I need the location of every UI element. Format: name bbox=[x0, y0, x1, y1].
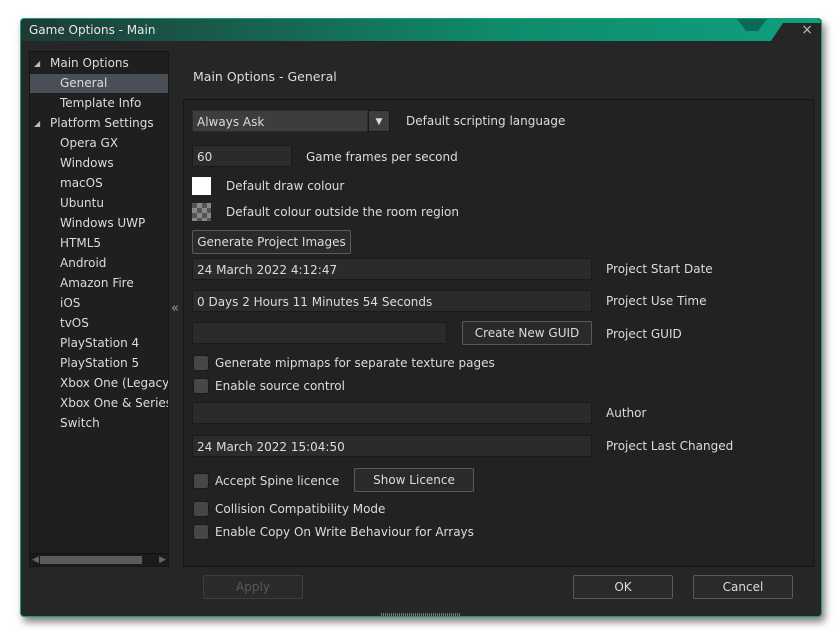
author-label: Author bbox=[606, 406, 647, 420]
sidebar-item-label: Main Options bbox=[50, 56, 129, 70]
sidebar-item[interactable]: tvOS bbox=[30, 314, 168, 333]
options-tree: Switch Xbox One & Series X|S Xbox One (Leg… bbox=[29, 51, 169, 567]
sidebar-item[interactable]: ◢ Platform Settings bbox=[30, 114, 168, 133]
last-changed-label: Project Last Changed bbox=[606, 439, 734, 453]
spine-licence-label: Accept Spine licence bbox=[215, 474, 340, 488]
sidebar-item-label: Xbox One & Series X|S bbox=[60, 396, 168, 410]
sidebar-item[interactable]: Amazon Fire bbox=[30, 274, 168, 293]
sidebar-item-label: Ubuntu bbox=[60, 196, 104, 210]
sidebar-item-label: tvOS bbox=[60, 316, 89, 330]
outside-colour-swatch[interactable] bbox=[192, 203, 211, 221]
sidebar-item[interactable]: General bbox=[30, 74, 168, 93]
title-bar: Game Options - Main × bbox=[21, 19, 821, 41]
scroll-right-icon[interactable]: ▶ bbox=[159, 554, 166, 566]
title-tab bbox=[771, 23, 821, 41]
sidebar-item[interactable]: Android bbox=[30, 254, 168, 273]
sidebar-item[interactable]: HTML5 bbox=[30, 234, 168, 253]
sidebar-item-label: Platform Settings bbox=[50, 116, 154, 130]
sidebar-item[interactable]: ◢ Main Options bbox=[30, 54, 168, 73]
title-notch bbox=[737, 19, 767, 31]
collision-compat-checkbox[interactable] bbox=[193, 501, 209, 517]
last-changed-value: 24 March 2022 15:04:50 bbox=[197, 440, 345, 454]
show-licence-button[interactable]: Show Licence bbox=[354, 468, 474, 492]
fps-value: 60 bbox=[197, 150, 213, 164]
sidebar-item[interactable]: Windows bbox=[30, 154, 168, 173]
sidebar-item-label: iOS bbox=[60, 296, 81, 310]
sidebar-item-label: Windows bbox=[60, 156, 114, 170]
sidebar-item-label: Template Info bbox=[60, 96, 142, 110]
create-new-guid-button[interactable]: Create New GUID bbox=[462, 321, 592, 345]
sidebar-item[interactable]: Ubuntu bbox=[30, 194, 168, 213]
outside-colour-label: Default colour outside the room region bbox=[226, 205, 459, 219]
sidebar-item-label: Xbox One (Legacy/XDK) bbox=[60, 376, 168, 390]
window-title: Game Options - Main bbox=[29, 23, 156, 37]
mipmaps-label: Generate mipmaps for separate texture pa… bbox=[215, 356, 495, 370]
resize-grip[interactable] bbox=[381, 613, 461, 616]
collision-compat-label: Collision Compatibility Mode bbox=[215, 502, 386, 516]
spine-licence-checkbox[interactable] bbox=[193, 473, 209, 489]
scripting-language-value: Always Ask bbox=[197, 115, 265, 129]
expand-triangle-icon[interactable]: ◢ bbox=[34, 114, 40, 133]
apply-button[interactable]: Apply bbox=[203, 575, 303, 599]
sidebar-item-label: PlayStation 5 bbox=[60, 356, 140, 370]
sidebar-item[interactable]: iOS bbox=[30, 294, 168, 313]
draw-colour-swatch[interactable] bbox=[192, 177, 211, 195]
sidebar-item[interactable]: Windows UWP bbox=[30, 214, 168, 233]
sidebar-item-label: Opera GX bbox=[60, 136, 119, 150]
draw-colour-label: Default draw colour bbox=[226, 179, 345, 193]
source-control-checkbox[interactable] bbox=[193, 378, 209, 394]
scroll-left-icon[interactable]: ◀ bbox=[32, 554, 39, 566]
start-date-label: Project Start Date bbox=[606, 262, 713, 276]
general-options-panel: Always Ask ▼ Default scripting language … bbox=[183, 99, 814, 567]
sidebar-item-label: Switch bbox=[60, 416, 100, 430]
generate-project-images-button[interactable]: Generate Project Images bbox=[192, 230, 351, 254]
scripting-language-label: Default scripting language bbox=[406, 114, 566, 128]
sidebar-item[interactable]: Xbox One & Series X|S bbox=[30, 394, 168, 413]
project-use-time-field: 0 Days 2 Hours 11 Minutes 54 Seconds bbox=[192, 290, 592, 312]
use-time-value: 0 Days 2 Hours 11 Minutes 54 Seconds bbox=[197, 295, 433, 309]
scrollbar-thumb[interactable] bbox=[40, 556, 142, 564]
sidebar-item-label: PlayStation 4 bbox=[60, 336, 140, 350]
horizontal-scrollbar[interactable]: ◀ ▶ bbox=[30, 553, 168, 566]
sidebar-item-label: Android bbox=[60, 256, 107, 270]
sidebar-item-label: HTML5 bbox=[60, 236, 102, 250]
guid-label: Project GUID bbox=[606, 327, 682, 341]
source-control-label: Enable source control bbox=[215, 379, 345, 393]
scripting-language-select[interactable]: Always Ask bbox=[192, 110, 368, 132]
page-title: Main Options - General bbox=[193, 69, 337, 84]
sidebar-item[interactable]: PlayStation 4 bbox=[30, 334, 168, 353]
project-guid-field[interactable] bbox=[192, 322, 447, 344]
sidebar-item-label: Windows UWP bbox=[60, 216, 146, 230]
fps-label: Game frames per second bbox=[306, 150, 458, 164]
sidebar-item-label: macOS bbox=[60, 176, 103, 190]
author-input[interactable] bbox=[192, 402, 592, 424]
use-time-label: Project Use Time bbox=[606, 294, 707, 308]
game-options-window: Game Options - Main × Switch Xbox One & S… bbox=[20, 18, 822, 617]
copy-on-write-checkbox[interactable] bbox=[193, 524, 209, 540]
ok-button[interactable]: OK bbox=[573, 575, 673, 599]
sidebar-item-label: General bbox=[60, 76, 108, 90]
project-last-changed-field: 24 March 2022 15:04:50 bbox=[192, 435, 592, 457]
expand-triangle-icon[interactable]: ◢ bbox=[34, 54, 40, 73]
sidebar-item[interactable]: Opera GX bbox=[30, 134, 168, 153]
mipmaps-checkbox[interactable] bbox=[193, 355, 209, 371]
sidebar-item[interactable]: Template Info bbox=[30, 94, 168, 113]
sidebar-item[interactable]: PlayStation 5 bbox=[30, 354, 168, 373]
fps-input[interactable]: 60 bbox=[192, 145, 292, 167]
chevron-down-icon[interactable]: ▼ bbox=[368, 110, 390, 132]
sidebar-item[interactable]: Xbox One (Legacy/XDK) bbox=[30, 374, 168, 393]
start-date-value: 24 March 2022 4:12:47 bbox=[197, 263, 338, 277]
sidebar-item[interactable]: macOS bbox=[30, 174, 168, 193]
cancel-button[interactable]: Cancel bbox=[693, 575, 793, 599]
sidebar-item-label: Amazon Fire bbox=[60, 276, 134, 290]
sidebar-item[interactable]: Switch bbox=[30, 414, 168, 433]
copy-on-write-label: Enable Copy On Write Behaviour for Array… bbox=[215, 525, 474, 539]
project-start-date-field: 24 March 2022 4:12:47 bbox=[192, 258, 592, 280]
close-icon[interactable]: × bbox=[801, 23, 813, 37]
collapse-sidebar-icon[interactable]: « bbox=[171, 301, 179, 316]
